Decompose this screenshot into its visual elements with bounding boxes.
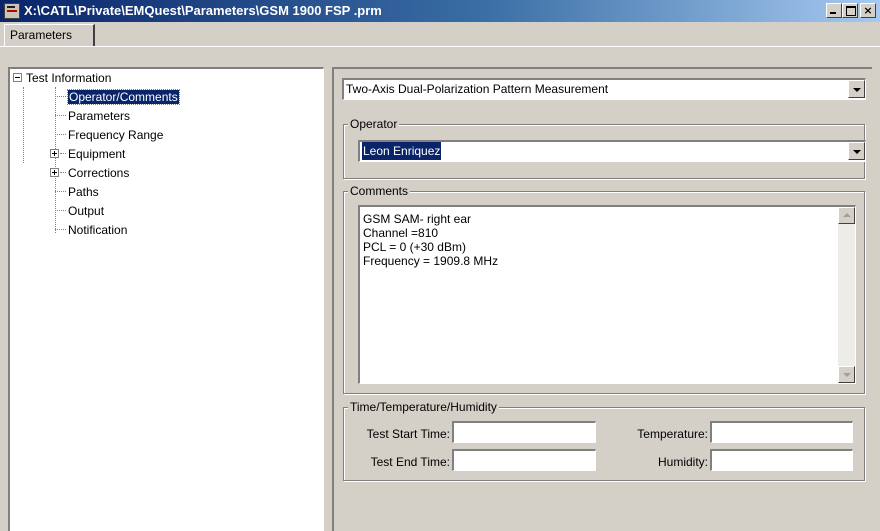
expand-icon[interactable] bbox=[50, 168, 59, 177]
tree-item-corrections[interactable]: Corrections bbox=[68, 166, 129, 182]
test-start-time-label: Test Start Time: bbox=[366, 427, 450, 441]
tree-connector bbox=[55, 210, 66, 211]
tree-connector bbox=[55, 115, 66, 116]
tree-item-output[interactable]: Output bbox=[68, 204, 104, 220]
measurement-type-value: Two-Axis Dual-Polarization Pattern Measu… bbox=[346, 82, 609, 96]
tree-item-test-information[interactable]: Test Information bbox=[26, 71, 111, 87]
measurement-type-select[interactable]: Two-Axis Dual-Polarization Pattern Measu… bbox=[342, 78, 866, 100]
close-button[interactable]: × bbox=[860, 3, 876, 18]
tree-connector bbox=[55, 87, 56, 233]
chevron-down-icon[interactable] bbox=[848, 142, 865, 160]
tree-connector bbox=[60, 172, 66, 173]
parameters-tree[interactable]: Test Information Operator/Comments Param… bbox=[8, 67, 324, 531]
humidity-label: Humidity: bbox=[657, 455, 708, 469]
maximize-button[interactable] bbox=[842, 3, 858, 18]
tree-item-operator-comments[interactable]: Operator/Comments bbox=[67, 89, 180, 106]
comment-line: Frequency = 1909.8 MHz bbox=[363, 254, 499, 268]
right-panel: Two-Axis Dual-Polarization Pattern Measu… bbox=[332, 67, 872, 531]
operator-value: Leon Enriquez bbox=[362, 142, 442, 160]
test-end-time-input[interactable] bbox=[452, 449, 596, 471]
tree-connector bbox=[23, 87, 24, 163]
tree-connector bbox=[55, 229, 66, 230]
comments-group-label: Comments bbox=[348, 184, 411, 198]
tree-connector bbox=[60, 153, 66, 154]
scroll-up-icon[interactable] bbox=[838, 207, 855, 224]
title-bar: X:\CATL\Private\EMQuest\Parameters\GSM 1… bbox=[0, 0, 880, 22]
operator-select[interactable]: Leon Enriquez bbox=[358, 140, 866, 162]
temperature-label: Temperature: bbox=[637, 427, 708, 441]
tab-parameters-label: Parameters bbox=[10, 28, 73, 42]
test-start-time-input[interactable] bbox=[452, 421, 596, 443]
minimize-button[interactable] bbox=[826, 3, 842, 18]
app-icon bbox=[4, 3, 20, 19]
chevron-down-icon[interactable] bbox=[848, 80, 865, 98]
operator-group-label: Operator bbox=[348, 117, 400, 131]
comment-line: PCL = 0 (+30 dBm) bbox=[363, 240, 466, 254]
humidity-input[interactable] bbox=[710, 449, 853, 471]
comment-line: GSM SAM- right ear bbox=[363, 212, 472, 226]
expand-icon[interactable] bbox=[50, 149, 59, 158]
tree-item-paths[interactable]: Paths bbox=[68, 185, 99, 201]
tree-connector bbox=[55, 96, 66, 97]
tree-item-notification[interactable]: Notification bbox=[68, 223, 127, 239]
comment-line: Channel =810 bbox=[363, 226, 439, 240]
collapse-icon[interactable] bbox=[13, 73, 22, 82]
tree-connector bbox=[55, 191, 66, 192]
tree-item-frequency-range[interactable]: Frequency Range bbox=[68, 128, 163, 144]
time-temp-humidity-label: Time/Temperature/Humidity bbox=[348, 400, 499, 414]
tree-item-parameters[interactable]: Parameters bbox=[68, 109, 130, 125]
test-end-time-label: Test End Time: bbox=[370, 455, 450, 469]
tree-connector bbox=[55, 134, 66, 135]
tab-divider bbox=[0, 46, 880, 47]
window-title: X:\CATL\Private\EMQuest\Parameters\GSM 1… bbox=[24, 3, 382, 18]
panel-splitter[interactable] bbox=[324, 67, 332, 531]
tree-item-equipment[interactable]: Equipment bbox=[68, 147, 125, 163]
scroll-down-icon[interactable] bbox=[838, 366, 855, 383]
tab-parameters[interactable]: Parameters bbox=[4, 24, 95, 46]
comments-scrollbar[interactable] bbox=[838, 207, 855, 383]
comments-textarea[interactable]: GSM SAM- right ear Channel =810 PCL = 0 … bbox=[358, 205, 856, 384]
temperature-input[interactable] bbox=[710, 421, 853, 443]
